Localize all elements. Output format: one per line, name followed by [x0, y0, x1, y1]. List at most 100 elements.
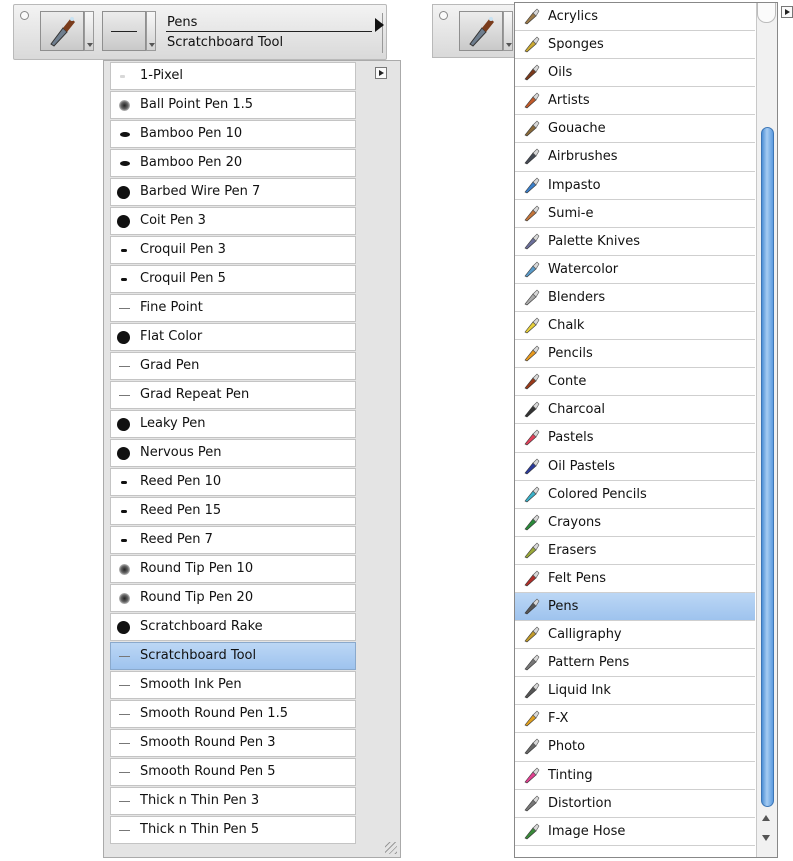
variant-label: Nervous Pen: [140, 445, 222, 460]
variant-item[interactable]: Scratchboard Tool: [110, 642, 356, 670]
variant-item[interactable]: Smooth Round Pen 5: [110, 758, 356, 786]
category-item[interactable]: Pencils: [515, 340, 755, 369]
category-item[interactable]: Sumi-e: [515, 199, 755, 228]
brush-dab-icon: [119, 308, 130, 309]
variant-item[interactable]: Grad Pen: [110, 352, 356, 380]
panel-menu-button[interactable]: [375, 67, 387, 79]
variant-item[interactable]: Thick n Thin Pen 5: [110, 816, 356, 844]
variant-label: Croquil Pen 5: [140, 271, 226, 286]
brush-dab-icon: [120, 132, 130, 137]
category-item[interactable]: Calligraphy: [515, 621, 755, 650]
category-label: Oils: [548, 65, 573, 81]
variant-item[interactable]: Barbed Wire Pen 7: [110, 178, 356, 206]
category-item[interactable]: Felt Pens: [515, 564, 755, 593]
category-item[interactable]: Gouache: [515, 115, 755, 144]
variant-item[interactable]: Thick n Thin Pen 3: [110, 787, 356, 815]
resize-grip-icon[interactable]: [385, 842, 397, 854]
calligraphy-icon: [524, 626, 540, 643]
category-item[interactable]: Colored Pencils: [515, 480, 755, 509]
variant-item[interactable]: Fine Point: [110, 294, 356, 322]
category-item[interactable]: Photo: [515, 733, 755, 762]
variant-item[interactable]: Smooth Round Pen 3: [110, 729, 356, 757]
variant-item[interactable]: Reed Pen 7: [110, 526, 356, 554]
category-item[interactable]: Sponges: [515, 31, 755, 60]
panel-menu-button[interactable]: [781, 6, 793, 18]
variant-item[interactable]: Croquil Pen 3: [110, 236, 356, 264]
variant-label: Bamboo Pen 10: [140, 126, 243, 141]
brush-labels: Pens Scratchboard Tool: [166, 14, 372, 51]
category-item[interactable]: Oil Pastels: [515, 452, 755, 481]
brush-category-well[interactable]: [40, 11, 84, 51]
variant-item[interactable]: Coit Pen 3: [110, 207, 356, 235]
category-item[interactable]: Oils: [515, 59, 755, 88]
category-item[interactable]: Pens: [515, 592, 755, 622]
close-icon[interactable]: [20, 11, 29, 20]
variant-dropdown-arrow[interactable]: [146, 11, 156, 51]
felt-pens-icon: [524, 570, 540, 587]
category-label: Erasers: [548, 542, 597, 558]
variant-item[interactable]: Reed Pen 15: [110, 497, 356, 525]
variant-item[interactable]: Bamboo Pen 10: [110, 120, 356, 148]
variant-item[interactable]: Scratchboard Rake: [110, 613, 356, 641]
sumi-e-icon: [524, 205, 540, 222]
category-item[interactable]: Liquid Ink: [515, 677, 755, 706]
category-dropdown-arrow[interactable]: [503, 11, 513, 51]
category-item[interactable]: Airbrushes: [515, 143, 755, 172]
variant-item[interactable]: Bamboo Pen 20: [110, 149, 356, 177]
brush-dab-icon: [117, 621, 130, 634]
crayons-icon: [524, 514, 540, 531]
scroll-down-arrow-icon[interactable]: [762, 835, 770, 841]
scroll-up-arrow-icon[interactable]: [762, 815, 770, 821]
variant-item[interactable]: Smooth Ink Pen: [110, 671, 356, 699]
brush-variant-well[interactable]: [102, 11, 146, 51]
category-item[interactable]: Charcoal: [515, 396, 755, 425]
brush-dab-icon: [117, 215, 130, 228]
category-label: Colored Pencils: [548, 486, 647, 502]
category-item[interactable]: Pastels: [515, 424, 755, 453]
category-item[interactable]: Watercolor: [515, 255, 755, 284]
brush-dab-icon: [121, 539, 127, 542]
variant-item[interactable]: Nervous Pen: [110, 439, 356, 467]
category-item[interactable]: Artists: [515, 87, 755, 116]
scroll-thumb[interactable]: [761, 127, 774, 807]
variant-item[interactable]: Round Tip Pen 20: [110, 584, 356, 612]
variant-item[interactable]: 1-Pixel: [110, 62, 356, 90]
category-item[interactable]: Palette Knives: [515, 227, 755, 256]
category-item[interactable]: Chalk: [515, 312, 755, 341]
variant-item[interactable]: Reed Pen 10: [110, 468, 356, 496]
category-item[interactable]: Blenders: [515, 283, 755, 313]
gouache-icon: [524, 120, 540, 137]
variant-item[interactable]: Leaky Pen: [110, 410, 356, 438]
erasers-icon: [524, 542, 540, 559]
category-item[interactable]: Conte: [515, 368, 755, 397]
category-item[interactable]: Acrylics: [515, 3, 755, 32]
variant-label: Reed Pen 10: [140, 474, 222, 489]
close-icon[interactable]: [439, 11, 448, 20]
category-item[interactable]: Erasers: [515, 536, 755, 565]
brush-dab-icon: [119, 830, 130, 831]
category-dropdown-arrow[interactable]: [84, 11, 94, 51]
scrollbar[interactable]: [756, 3, 777, 857]
watercolor-icon: [524, 261, 540, 278]
category-label: Liquid Ink: [548, 683, 611, 699]
category-item[interactable]: Impasto: [515, 171, 755, 200]
variant-item[interactable]: Croquil Pen 5: [110, 265, 356, 293]
expand-arrow-icon[interactable]: [375, 18, 384, 32]
variant-item[interactable]: Round Tip Pen 10: [110, 555, 356, 583]
category-item[interactable]: Tinting: [515, 761, 755, 790]
category-item[interactable]: Crayons: [515, 508, 755, 537]
variant-label: Leaky Pen: [140, 416, 206, 431]
variant-item[interactable]: Grad Repeat Pen: [110, 381, 356, 409]
category-item[interactable]: F-X: [515, 705, 755, 734]
brush-category-well[interactable]: [459, 11, 503, 51]
variant-item[interactable]: Ball Point Pen 1.5: [110, 91, 356, 119]
category-item[interactable]: Distortion: [515, 789, 755, 818]
variant-item[interactable]: Smooth Round Pen 1.5: [110, 700, 356, 728]
variant-label: Croquil Pen 3: [140, 242, 226, 257]
category-item[interactable]: Image Hose: [515, 817, 755, 846]
category-label: Impasto: [548, 177, 601, 193]
current-variant-label: Scratchboard Tool: [167, 35, 284, 50]
variant-label: Round Tip Pen 20: [140, 590, 254, 605]
variant-item[interactable]: Flat Color: [110, 323, 356, 351]
category-item[interactable]: Pattern Pens: [515, 649, 755, 678]
